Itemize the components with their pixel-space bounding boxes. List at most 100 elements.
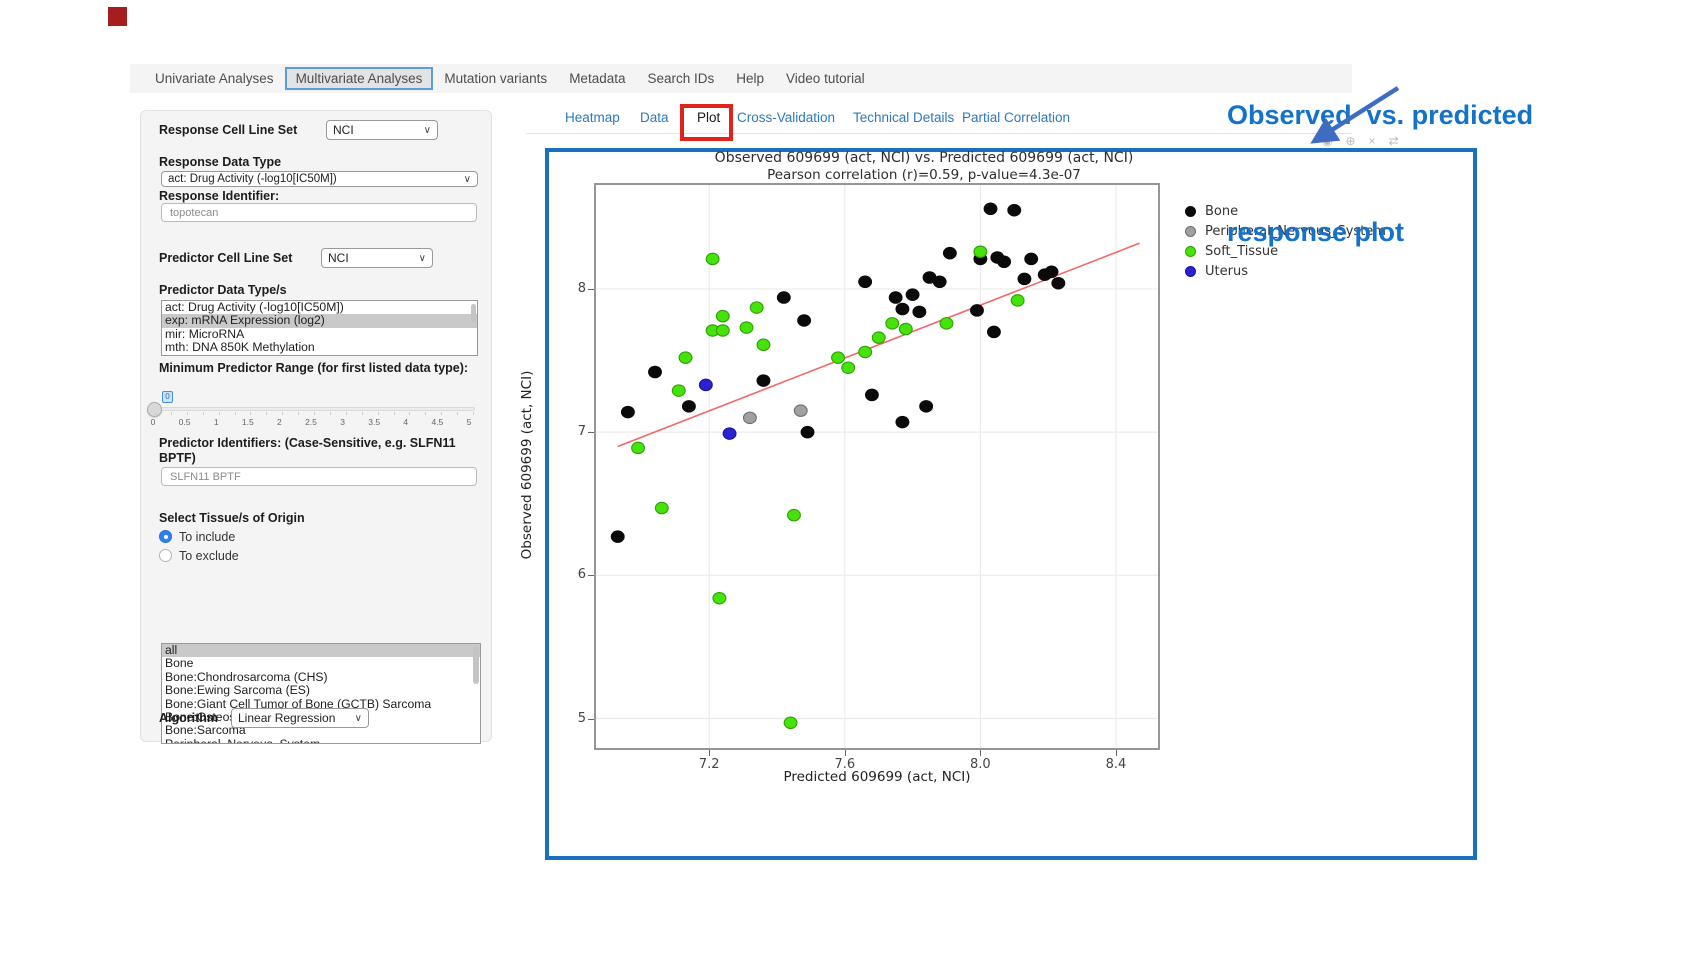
data-point-soft-tissue[interactable]	[740, 322, 753, 333]
data-point-soft-tissue[interactable]	[706, 253, 719, 264]
data-point-peripheral-nervous-system[interactable]	[794, 405, 807, 416]
nav-item-mutation-variants[interactable]: Mutation variants	[433, 67, 558, 90]
data-point-uterus[interactable]	[699, 379, 712, 390]
min-predictor-range-slider[interactable]	[155, 407, 475, 411]
data-point-soft-tissue[interactable]	[1011, 295, 1024, 306]
data-point-bone[interactable]	[621, 406, 634, 417]
data-point-bone[interactable]	[933, 276, 946, 287]
data-point-bone[interactable]	[971, 305, 984, 316]
radio-to-include[interactable]: To include	[159, 529, 239, 544]
data-point-soft-tissue[interactable]	[655, 502, 668, 513]
data-point-bone[interactable]	[611, 531, 624, 542]
data-point-soft-tissue[interactable]	[679, 352, 692, 363]
slider-tick-mark	[441, 412, 442, 415]
response-identifier-input[interactable]: topotecan	[161, 203, 477, 222]
scrollbar-thumb[interactable]	[471, 304, 476, 322]
option-mth-dna-850k-methylation[interactable]: mth: DNA 850K Methylation	[162, 341, 477, 354]
tab-data[interactable]: Data	[640, 110, 669, 125]
data-point-peripheral-nervous-system[interactable]	[744, 412, 757, 423]
data-point-bone[interactable]	[1052, 278, 1065, 289]
data-point-bone[interactable]	[757, 375, 770, 386]
data-point-soft-tissue[interactable]	[940, 318, 953, 329]
data-point-bone[interactable]	[984, 203, 997, 214]
tab-cross-validation[interactable]: Cross-Validation	[737, 110, 835, 125]
predictor-identifiers-input[interactable]: SLFN11 BPTF	[161, 467, 477, 486]
tab-technical-details[interactable]: Technical Details	[853, 110, 954, 125]
nav-item-univariate-analyses[interactable]: Univariate Analyses	[144, 67, 285, 90]
data-point-soft-tissue[interactable]	[716, 310, 729, 321]
data-point-bone[interactable]	[913, 306, 926, 317]
data-point-bone[interactable]	[998, 256, 1011, 267]
data-point-soft-tissue[interactable]	[872, 332, 885, 343]
tab-partial-correlation[interactable]: Partial Correlation	[962, 110, 1070, 125]
option-mir-microrna[interactable]: mir: MicroRNA	[162, 328, 477, 341]
data-point-bone[interactable]	[777, 292, 790, 303]
data-point-bone[interactable]	[1025, 253, 1038, 264]
data-point-soft-tissue[interactable]	[757, 339, 770, 350]
data-point-bone[interactable]	[866, 389, 879, 400]
plot-subtitle: Pearson correlation (r)=0.59, p-value=4.…	[594, 167, 1254, 183]
tab-heatmap[interactable]: Heatmap	[565, 110, 620, 125]
nav-item-search-ids[interactable]: Search IDs	[636, 67, 725, 90]
data-point-soft-tissue[interactable]	[788, 509, 801, 520]
predictor-cell-line-set-select[interactable]: NCI∨	[321, 248, 433, 268]
data-point-soft-tissue[interactable]	[832, 352, 845, 363]
data-point-bone[interactable]	[988, 326, 1001, 337]
data-point-bone[interactable]	[801, 426, 814, 437]
data-point-bone[interactable]	[798, 315, 811, 326]
tissue-option-peripheral-nervous-system[interactable]: Peripheral_Nervous_System	[162, 738, 480, 744]
nav-item-multivariate-analyses[interactable]: Multivariate Analyses	[285, 67, 434, 90]
scrollbar-thumb[interactable]	[473, 646, 479, 684]
nav-item-metadata[interactable]: Metadata	[558, 67, 636, 90]
data-point-soft-tissue[interactable]	[859, 346, 872, 357]
response-cell-line-set-select[interactable]: NCI∨	[326, 120, 438, 140]
data-point-bone[interactable]	[896, 303, 909, 314]
algorithm-select[interactable]: Linear Regression∨	[231, 708, 369, 728]
data-point-bone[interactable]	[859, 276, 872, 287]
data-point-bone[interactable]	[1045, 266, 1058, 277]
radio-to-exclude[interactable]: To exclude	[159, 548, 239, 563]
response-data-type-select[interactable]: act: Drug Activity (-log10[IC50M])∨	[161, 171, 478, 187]
data-point-bone[interactable]	[889, 292, 902, 303]
tissue-option-bone-chondrosarcoma-chs[interactable]: Bone:Chondrosarcoma (CHS)	[162, 671, 480, 684]
data-point-bone[interactable]	[1008, 205, 1021, 216]
data-point-soft-tissue[interactable]	[974, 246, 987, 257]
data-point-soft-tissue[interactable]	[672, 385, 685, 396]
nav-item-video-tutorial[interactable]: Video tutorial	[775, 67, 876, 90]
data-point-bone[interactable]	[1018, 273, 1031, 284]
data-point-soft-tissue[interactable]	[632, 442, 645, 453]
chevron-down-icon: ∨	[355, 713, 362, 724]
data-point-soft-tissue[interactable]	[713, 593, 726, 604]
slider-tick-mark	[282, 412, 283, 415]
tissue-option-bone-ewing-sarcoma-es[interactable]: Bone:Ewing Sarcoma (ES)	[162, 684, 480, 697]
data-point-bone[interactable]	[682, 401, 695, 412]
option-exp-mrna-expression-log2[interactable]: exp: mRNA Expression (log2)	[162, 314, 477, 327]
slider-value-badge: 0	[162, 391, 173, 403]
tissue-origin-listbox[interactable]: allBoneBone:Chondrosarcoma (CHS)Bone:Ewi…	[161, 643, 481, 744]
data-point-bone[interactable]	[896, 416, 909, 427]
data-point-uterus[interactable]	[723, 428, 736, 439]
slider-tick-mark	[378, 412, 379, 415]
y-tick-label: 7	[560, 424, 586, 439]
data-point-bone[interactable]	[649, 366, 662, 377]
tissue-option-all[interactable]: all	[162, 644, 480, 657]
radio-button-icon[interactable]	[159, 549, 172, 562]
data-point-soft-tissue[interactable]	[784, 717, 797, 728]
scatter-plot[interactable]	[594, 183, 1160, 750]
option-act-drug-activity-log10-ic50m[interactable]: act: Drug Activity (-log10[IC50M])	[162, 301, 477, 314]
data-point-bone[interactable]	[920, 401, 933, 412]
data-point-bone[interactable]	[943, 247, 956, 258]
data-point-bone[interactable]	[906, 289, 919, 300]
data-point-soft-tissue[interactable]	[716, 325, 729, 336]
data-point-soft-tissue[interactable]	[842, 362, 855, 373]
tissue-option-bone[interactable]: Bone	[162, 657, 480, 670]
data-point-soft-tissue[interactable]	[899, 323, 912, 334]
slider-tick-label: 3.5	[364, 417, 384, 427]
predictor-data-types-listbox[interactable]: act: Drug Activity (-log10[IC50M])exp: m…	[161, 300, 478, 356]
legend-dot-icon	[1185, 246, 1196, 257]
x-tick-mark	[980, 750, 981, 756]
data-point-soft-tissue[interactable]	[886, 318, 899, 329]
data-point-soft-tissue[interactable]	[750, 302, 763, 313]
radio-button-icon[interactable]	[159, 530, 172, 543]
nav-item-help[interactable]: Help	[725, 67, 775, 90]
